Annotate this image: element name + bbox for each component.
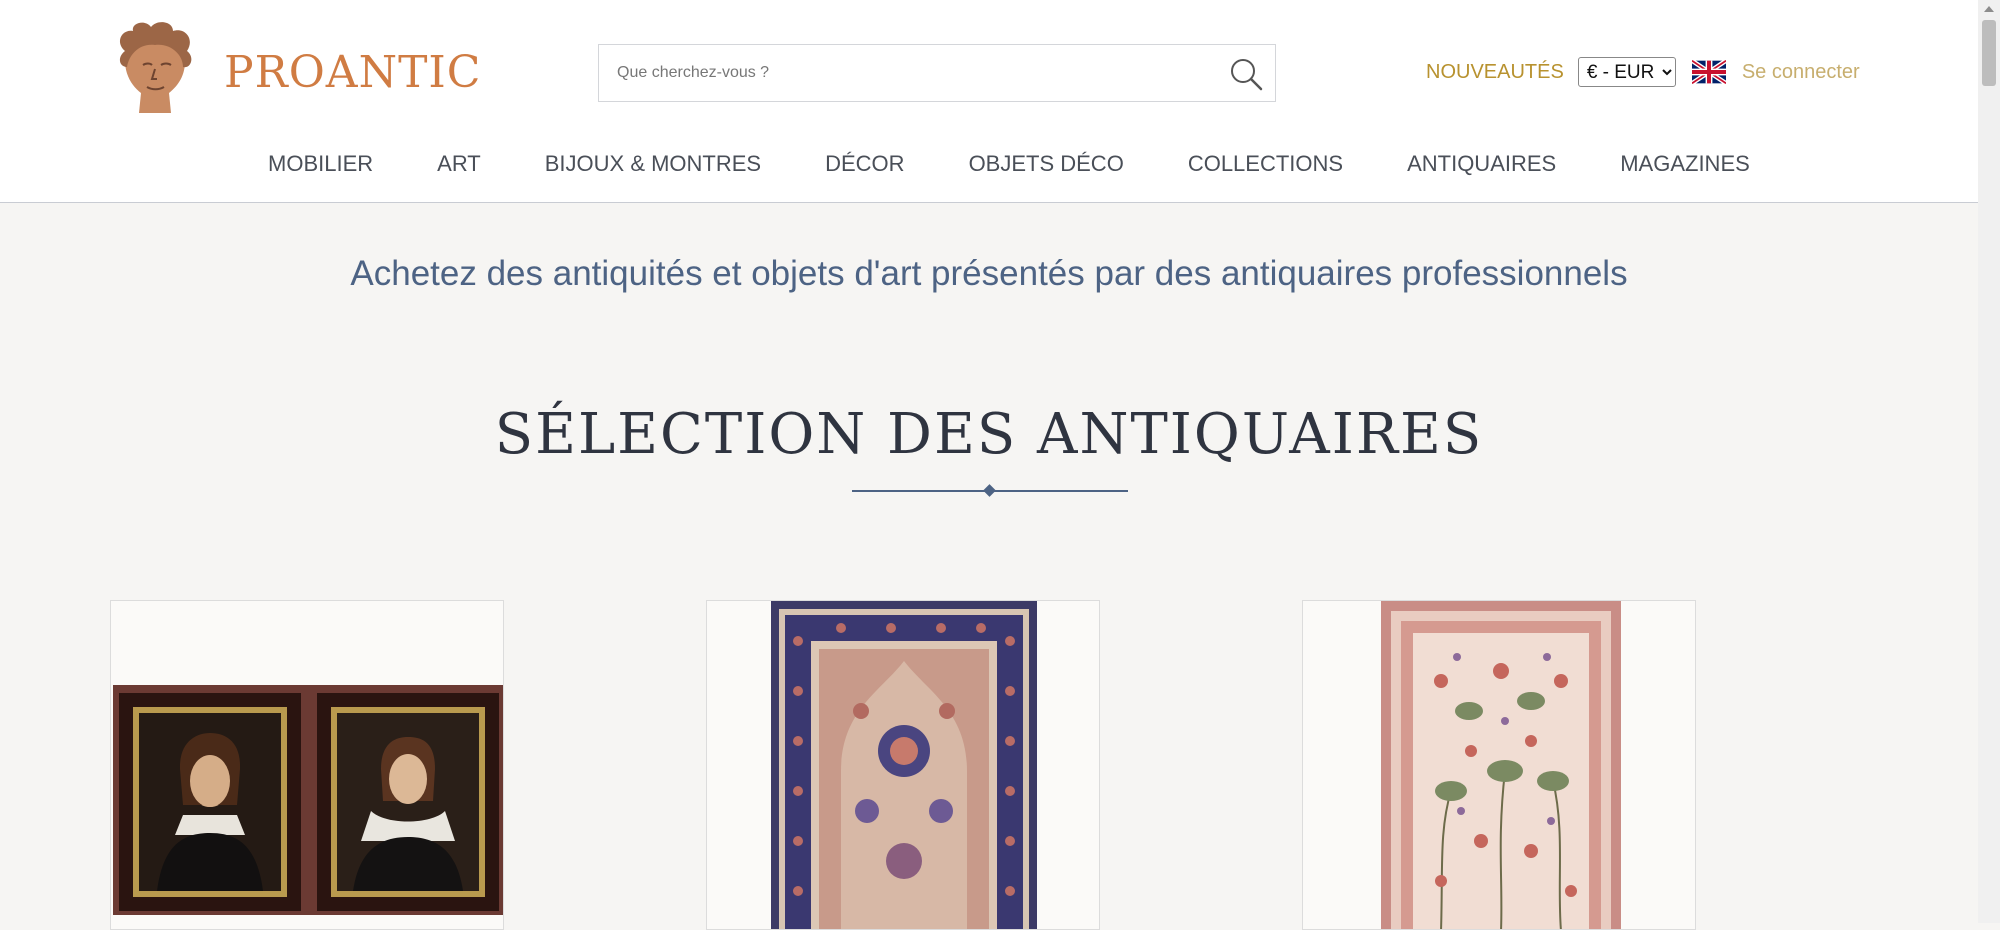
section-title: SÉLECTION DES ANTIQUAIRES (494, 402, 1484, 467)
divider-diamond (983, 484, 996, 497)
page-scrollbar[interactable] (1978, 0, 2000, 923)
product-card-floral-rug[interactable] (1302, 600, 1696, 930)
nav-item-magazines[interactable]: MAGAZINES (1620, 151, 1750, 177)
scrollbar-thumb[interactable] (1982, 20, 1996, 86)
new-arrivals-link[interactable]: NOUVEAUTÉS (1426, 61, 1564, 84)
search-icon[interactable] (1227, 55, 1265, 93)
top-links: NOUVEAUTÉS € - EUR Se connecter (1426, 56, 1860, 88)
logo-text: PROANTIC (224, 47, 482, 98)
title-divider (852, 484, 1128, 502)
search-input[interactable] (599, 45, 1199, 101)
main-nav: MOBILIER ART BIJOUX & MONTRES DÉCOR OBJE… (108, 125, 1848, 203)
tagline: Achetez des antiquités et objets d'art p… (350, 254, 1628, 293)
portrait-pair-image (113, 685, 503, 915)
login-link[interactable]: Se connecter (1742, 61, 1860, 84)
scroll-up-arrow-icon[interactable] (1978, 0, 2000, 18)
nav-item-antiquaires[interactable]: ANTIQUAIRES (1407, 151, 1556, 177)
product-card-portraits[interactable] (110, 600, 504, 930)
nav-item-decor[interactable]: DÉCOR (825, 151, 904, 177)
nav-item-objets-deco[interactable]: OBJETS DÉCO (969, 151, 1124, 177)
nav-item-mobilier[interactable]: MOBILIER (268, 151, 373, 177)
product-card-persian-rug[interactable] (706, 600, 1100, 930)
currency-select[interactable]: € - EUR (1577, 57, 1676, 87)
search-bar (598, 44, 1276, 102)
nav-item-collections[interactable]: COLLECTIONS (1188, 151, 1343, 177)
product-grid (110, 600, 1710, 930)
uk-flag-icon[interactable] (1691, 60, 1726, 84)
nav-item-bijoux-montres[interactable]: BIJOUX & MONTRES (545, 151, 761, 177)
floral-rug-image (1381, 601, 1621, 929)
site-logo[interactable]: PROANTIC (108, 21, 480, 121)
persian-rug-image (771, 601, 1037, 929)
site-header: PROANTIC NOUVEAUTÉS € - EUR Se connecter… (0, 0, 1978, 203)
nav-item-art[interactable]: ART (437, 151, 481, 177)
logo-bust-icon (119, 22, 192, 113)
